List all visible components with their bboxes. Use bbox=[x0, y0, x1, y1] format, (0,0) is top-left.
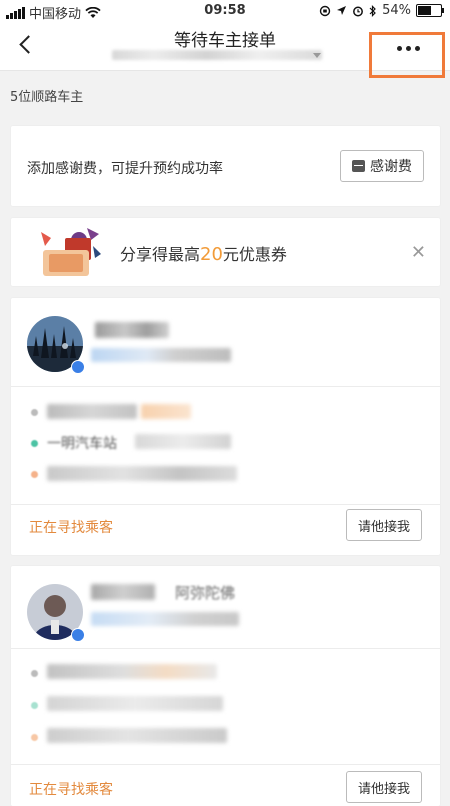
waypoint-station: 一明汽车站 bbox=[47, 436, 117, 452]
gender-badge-icon bbox=[71, 628, 85, 642]
battery-icon bbox=[416, 4, 444, 17]
origin-dot-icon bbox=[31, 409, 38, 416]
divider bbox=[11, 764, 440, 765]
waypoint-dot-icon bbox=[31, 702, 38, 709]
blurred-route-subtitle bbox=[112, 50, 322, 60]
coupon-text-prefix: 分享得最高 bbox=[120, 245, 201, 264]
blurred-waypoint-detail bbox=[135, 434, 231, 449]
coupon-banner[interactable]: 分享得最高20元优惠券 ✕ bbox=[11, 218, 440, 286]
status-bar-right: 54% bbox=[319, 3, 444, 18]
blurred-driver-name bbox=[95, 322, 169, 338]
divider bbox=[11, 504, 440, 505]
close-icon[interactable]: ✕ bbox=[411, 242, 426, 263]
blurred-waypoint bbox=[47, 696, 223, 711]
thanks-fee-card: 添加感谢费，可提升预约成功率 感谢费 bbox=[11, 126, 440, 206]
location-icon bbox=[337, 6, 347, 15]
thanks-fee-tip: 添加感谢费，可提升预约成功率 bbox=[27, 161, 223, 177]
bluetooth-icon bbox=[369, 4, 376, 17]
more-options-icon[interactable] bbox=[397, 40, 437, 56]
coupon-text: 分享得最高20元优惠券 bbox=[120, 241, 287, 265]
wallet-icon bbox=[352, 160, 365, 172]
invite-driver-button[interactable]: 请他接我 bbox=[346, 509, 422, 541]
driver-status: 正在寻找乘客 bbox=[29, 782, 113, 798]
divider bbox=[11, 648, 440, 649]
blurred-driver-name bbox=[91, 584, 155, 600]
blurred-origin bbox=[47, 664, 217, 679]
destination-dot-icon bbox=[31, 734, 38, 741]
coupon-amount: 20 bbox=[200, 244, 223, 265]
origin-dot-icon bbox=[31, 670, 38, 677]
driver-card[interactable]: 一明汽车站 正在寻找乘客 请他接我 bbox=[11, 298, 440, 555]
orientation-lock-icon bbox=[319, 5, 331, 16]
blurred-origin-distance bbox=[141, 404, 191, 419]
divider bbox=[11, 386, 440, 387]
driver-card[interactable]: 阿弥陀佛 正在寻找乘客 请他接我 bbox=[11, 566, 440, 806]
destination-dot-icon bbox=[31, 471, 38, 478]
blurred-destination bbox=[47, 466, 237, 481]
thanks-fee-button[interactable]: 感谢费 bbox=[340, 150, 424, 182]
driver-name-fragment: 阿弥陀佛 bbox=[175, 584, 236, 602]
invite-driver-button[interactable]: 请他接我 bbox=[346, 771, 422, 803]
gender-badge-icon bbox=[71, 360, 85, 374]
waypoint-dot-icon bbox=[31, 440, 38, 447]
thanks-fee-button-label: 感谢费 bbox=[370, 159, 412, 175]
battery-percent: 54% bbox=[382, 3, 411, 18]
blurred-driver-detail bbox=[91, 348, 231, 362]
alarm-icon bbox=[353, 6, 364, 16]
driver-status: 正在寻找乘客 bbox=[29, 520, 113, 536]
blurred-destination bbox=[47, 728, 227, 743]
blurred-driver-detail bbox=[91, 612, 239, 626]
status-bar: 中国移动 09:58 54% bbox=[0, 0, 450, 22]
caret-down-icon[interactable] bbox=[313, 53, 321, 58]
coupon-text-suffix: 元优惠券 bbox=[222, 245, 287, 264]
coupon-illustration bbox=[41, 228, 101, 276]
driver-count: 5位顺路车主 bbox=[10, 90, 84, 105]
battery-fill bbox=[418, 6, 431, 15]
blurred-origin bbox=[47, 404, 137, 419]
